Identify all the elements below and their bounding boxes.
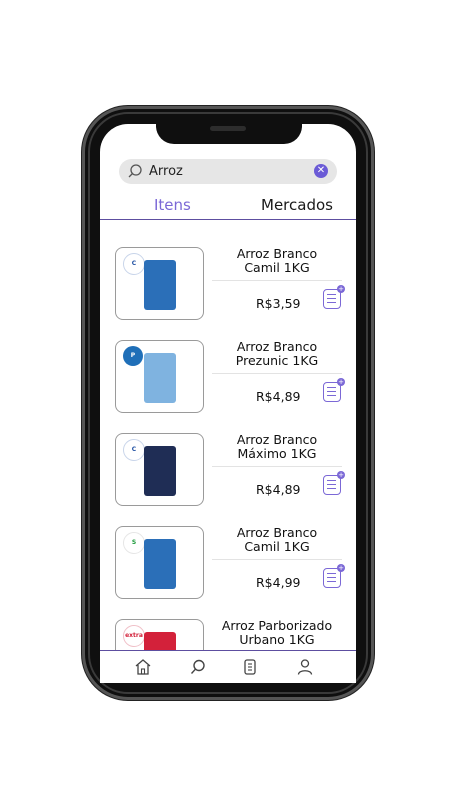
plus-icon: +	[337, 378, 345, 386]
plus-icon: +	[337, 564, 345, 572]
product-name: Arroz Branco Máximo 1KG	[236, 432, 318, 461]
list-item[interactable]: extra Arroz Parborizado Urbano 1KG	[100, 619, 356, 650]
product-image: C	[115, 247, 204, 320]
tab-itens[interactable]: Itens	[154, 196, 191, 214]
bottom-navigation	[100, 650, 356, 683]
plus-icon: +	[337, 471, 345, 479]
extra-logo-icon: extra	[123, 625, 145, 647]
plus-icon: +	[337, 285, 345, 293]
product-price: R$4,89	[256, 389, 301, 404]
search-bar[interactable]: ✕	[119, 159, 337, 184]
product-price: R$3,59	[256, 296, 301, 311]
product-name: Arroz Branco Prezunic 1KG	[235, 339, 319, 368]
list-icon[interactable]	[241, 658, 259, 676]
divider	[212, 373, 342, 374]
rice-package-icon	[144, 353, 176, 403]
divider	[212, 466, 342, 467]
user-icon[interactable]	[296, 658, 314, 676]
divider	[212, 280, 342, 281]
list-item[interactable]: S Arroz Branco Camil 1KG R$4,99 +	[100, 526, 356, 606]
product-name: Arroz Parborizado Urbano 1KG	[221, 618, 333, 647]
rice-package-icon	[144, 632, 176, 650]
supermarket-logo-icon: S	[123, 532, 145, 554]
prezunic-logo-icon: P	[123, 346, 143, 366]
carrefour-logo-icon: C	[123, 253, 145, 275]
tab-mercados[interactable]: Mercados	[261, 196, 333, 214]
search-icon[interactable]	[189, 658, 207, 676]
list-item[interactable]: P Arroz Branco Prezunic 1KG R$4,89 +	[100, 340, 356, 420]
product-image: P	[115, 340, 204, 413]
list-item[interactable]: C Arroz Branco Máximo 1KG R$4,89 +	[100, 433, 356, 513]
product-image: extra	[115, 619, 204, 650]
home-icon[interactable]	[134, 658, 152, 676]
rice-package-icon	[144, 260, 176, 310]
carrefour-logo-icon: C	[123, 439, 145, 461]
speaker	[210, 126, 246, 131]
add-to-list-button[interactable]: +	[323, 285, 345, 309]
phone-notch	[156, 118, 302, 144]
add-to-list-button[interactable]: +	[323, 564, 345, 588]
search-input[interactable]	[149, 162, 299, 181]
list-item[interactable]: C Arroz Branco Camil 1KG R$3,59 +	[100, 247, 356, 327]
product-price: R$4,89	[256, 482, 301, 497]
rice-package-icon	[144, 539, 176, 589]
add-to-list-button[interactable]: +	[323, 378, 345, 402]
product-list: C Arroz Branco Camil 1KG R$3,59 + P Arro…	[100, 220, 356, 650]
product-image: S	[115, 526, 204, 599]
product-price: R$4,99	[256, 575, 301, 590]
clear-search-button[interactable]: ✕	[314, 164, 328, 178]
search-icon	[128, 164, 142, 178]
rice-package-icon	[144, 446, 176, 496]
product-name: Arroz Branco Camil 1KG	[236, 525, 318, 554]
add-to-list-button[interactable]: +	[323, 471, 345, 495]
product-name: Arroz Branco Camil 1KG	[236, 246, 318, 275]
divider	[212, 559, 342, 560]
product-image: C	[115, 433, 204, 506]
